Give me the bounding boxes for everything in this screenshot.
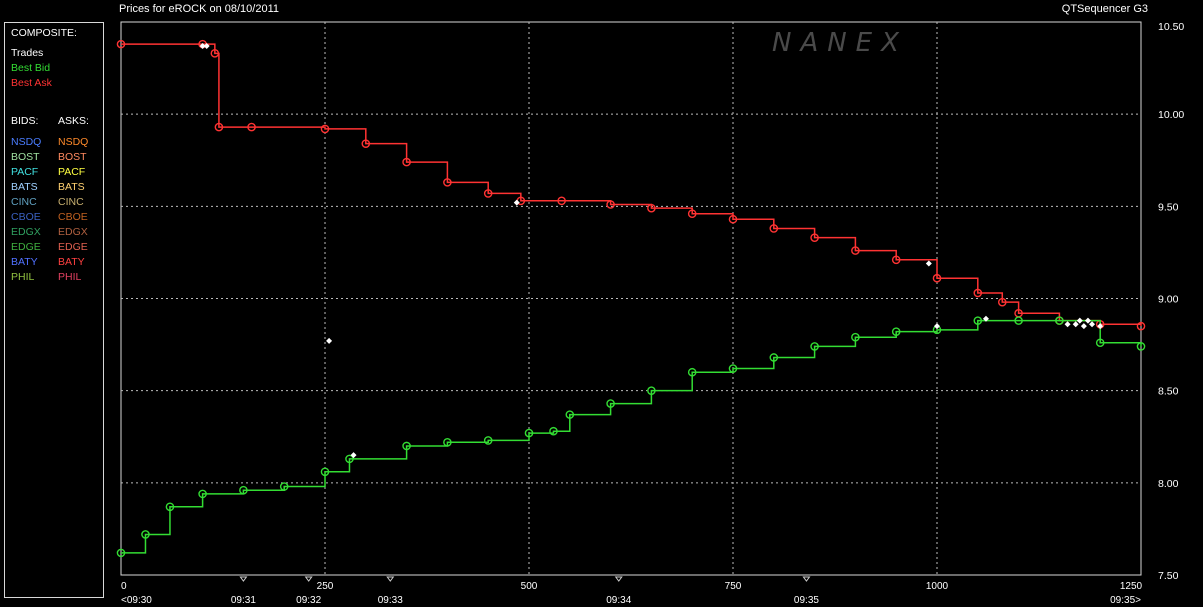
trade-point — [1072, 321, 1079, 328]
time-marker — [614, 576, 623, 582]
time-marker — [239, 576, 248, 582]
trade-point — [1076, 317, 1083, 324]
trade-point — [1089, 321, 1096, 328]
x-tick-label: 250 — [317, 581, 334, 592]
x-tick-label: 0 — [121, 581, 127, 592]
y-tick-label: 9.50 — [1158, 201, 1179, 213]
best-bid-line — [121, 319, 1142, 554]
y-tick-label: 10.50 — [1158, 21, 1184, 33]
best-ask-line — [121, 43, 1142, 327]
trade-point — [925, 260, 932, 267]
y-tick-label: 9.00 — [1158, 294, 1179, 306]
time-label: 09:33 — [378, 595, 403, 606]
trade-point — [326, 337, 333, 344]
time-marker — [802, 576, 811, 582]
time-marker — [386, 576, 395, 582]
x-tick-label: 1000 — [926, 581, 949, 592]
time-label: 09:32 — [296, 595, 321, 606]
x-tick-label: 1250 — [1120, 581, 1143, 592]
y-tick-label: 10.00 — [1158, 109, 1184, 121]
watermark: NANEX — [772, 28, 908, 58]
trade-point — [934, 323, 940, 330]
trade-point — [1080, 323, 1087, 330]
y-tick-label: 8.50 — [1158, 386, 1179, 398]
x-tick-label: 750 — [725, 581, 742, 592]
y-tick-label: 7.50 — [1158, 570, 1179, 582]
time-label: 09:31 — [231, 595, 256, 606]
trade-point — [1084, 317, 1091, 324]
time-label: <09:30 — [121, 595, 152, 606]
time-label: 09:35> — [1110, 595, 1141, 606]
time-label: 09:35 — [794, 595, 819, 606]
y-tick-label: 8.00 — [1158, 478, 1179, 490]
trade-point — [1064, 321, 1071, 328]
trade-point — [513, 199, 520, 206]
x-tick-label: 500 — [521, 581, 538, 592]
price-chart: 10.50 10.00 9.50 9.00 8.50 8.00 7.50 0 250 500 750… — [116, 21, 1184, 606]
trade-point — [350, 452, 357, 459]
time-marker — [304, 576, 313, 582]
time-label: 09:34 — [606, 595, 631, 606]
